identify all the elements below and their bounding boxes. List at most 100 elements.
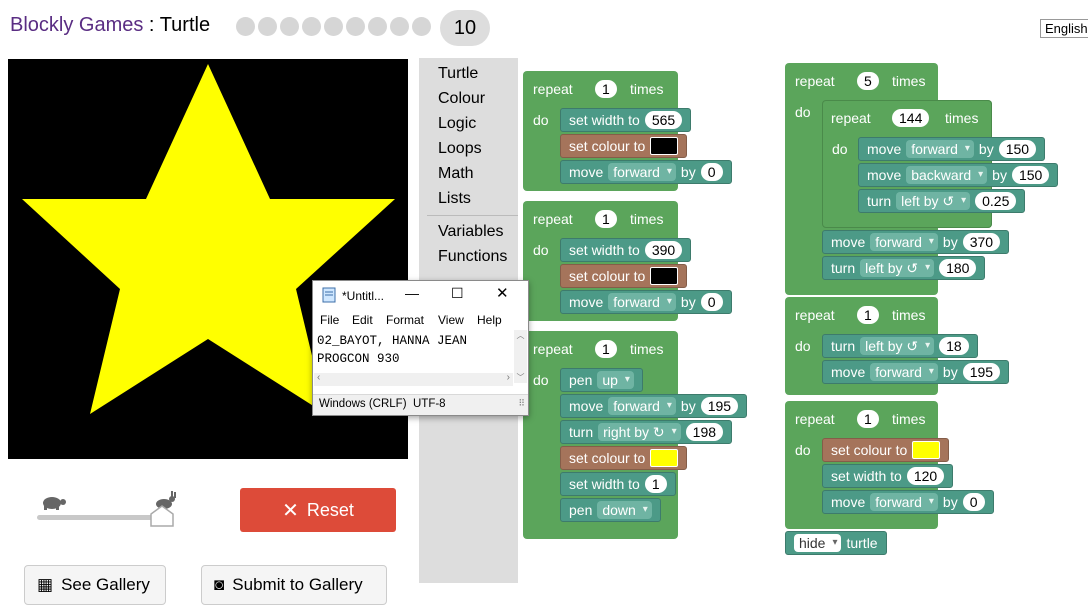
level-dot-7[interactable] — [368, 17, 387, 36]
set-width-block[interactable]: set width to 390 — [560, 238, 692, 262]
turn-dropdown[interactable]: left by ↺ — [896, 192, 971, 210]
move-value[interactable]: 195 — [700, 397, 739, 415]
toolbox-variables[interactable]: Variables — [438, 223, 504, 241]
notepad-text-area[interactable]: 02_BAYOT, HANNA JEAN PROGCON 930 — [317, 332, 467, 368]
move-block[interactable]: moveforwardby195 — [822, 360, 1010, 384]
direction-dropdown[interactable]: forward — [906, 140, 974, 158]
level-dot-2[interactable] — [258, 17, 277, 36]
direction-dropdown[interactable]: forward — [608, 163, 676, 181]
toolbox-functions[interactable]: Functions — [438, 248, 507, 266]
turn-value[interactable]: 18 — [939, 337, 969, 355]
menu-help[interactable]: Help — [477, 313, 502, 327]
direction-dropdown[interactable]: forward — [870, 493, 938, 511]
width-value[interactable]: 390 — [644, 241, 683, 259]
level-dot-1[interactable] — [236, 17, 255, 36]
pen-dropdown[interactable]: down — [597, 501, 652, 519]
minimize-button[interactable]: — — [405, 285, 419, 301]
turn-value[interactable]: 198 — [685, 423, 724, 441]
speed-slider-thumb[interactable] — [150, 505, 174, 532]
app-name-link[interactable]: Blockly Games — [10, 14, 143, 36]
move-block[interactable]: moveforwardby370 — [822, 230, 1010, 254]
level-dot-6[interactable] — [346, 17, 365, 36]
level-dot-8[interactable] — [390, 17, 409, 36]
turn-dropdown[interactable]: left by ↺ — [860, 337, 935, 355]
pen-block[interactable]: pen up — [560, 368, 643, 392]
width-value[interactable]: 120 — [906, 467, 945, 485]
pen-dropdown[interactable]: up — [597, 371, 634, 389]
move-value[interactable]: 150 — [1011, 166, 1050, 184]
move-value[interactable]: 195 — [962, 363, 1001, 381]
set-width-block[interactable]: set width to 1 — [560, 472, 676, 496]
repeat-count[interactable]: 1 — [595, 210, 617, 228]
turn-dropdown[interactable]: left by ↺ — [860, 259, 935, 277]
turn-block[interactable]: turnleft by ↺18 — [822, 334, 978, 358]
turn-block[interactable]: turnleft by ↺0.25 — [858, 189, 1026, 213]
maximize-button[interactable]: ☐ — [451, 285, 464, 302]
move-block[interactable]: moveforwardby150 — [858, 137, 1046, 161]
direction-dropdown[interactable]: forward — [870, 233, 938, 251]
pen-block[interactable]: pen down — [560, 498, 661, 522]
horizontal-scrollbar[interactable]: ‹ › — [314, 372, 513, 386]
direction-dropdown[interactable]: forward — [870, 363, 938, 381]
close-window-button[interactable]: ✕ — [496, 284, 509, 302]
set-colour-block[interactable]: set colour to — [560, 446, 688, 470]
move-value[interactable]: 0 — [700, 293, 723, 311]
direction-dropdown[interactable]: backward — [906, 166, 988, 184]
scroll-up-icon[interactable]: ︿ — [514, 330, 527, 341]
set-colour-block[interactable]: set colour to — [560, 134, 688, 158]
colour-swatch[interactable] — [650, 449, 679, 467]
turn-block[interactable]: turnleft by ↺180 — [822, 256, 986, 280]
move-value[interactable]: 150 — [998, 140, 1037, 158]
scroll-right-icon[interactable]: › — [507, 372, 510, 383]
see-gallery-button[interactable]: ▦ See Gallery — [24, 565, 166, 605]
toolbox-lists[interactable]: Lists — [438, 190, 471, 208]
turn-value[interactable]: 0.25 — [975, 192, 1017, 210]
level-dot-4[interactable] — [302, 17, 321, 36]
notepad-titlebar[interactable]: *Untitl... — ☐ ✕ — [313, 281, 528, 309]
repeat-count[interactable]: 1 — [595, 340, 617, 358]
repeat-count[interactable]: 1 — [857, 410, 879, 428]
level-dot-5[interactable] — [324, 17, 343, 36]
level-indicator[interactable]: 10 — [440, 10, 490, 46]
turn-value[interactable]: 180 — [939, 259, 977, 277]
level-dot-3[interactable] — [280, 17, 299, 36]
vertical-scrollbar[interactable]: ︿ ﹀ — [514, 330, 527, 383]
toolbox-turtle[interactable]: Turtle — [438, 65, 478, 83]
move-value[interactable]: 0 — [700, 163, 723, 181]
language-select[interactable]: English — [1040, 19, 1088, 38]
menu-file[interactable]: File — [320, 313, 339, 327]
menu-edit[interactable]: Edit — [352, 313, 373, 327]
move-value[interactable]: 370 — [962, 233, 1001, 251]
move-block[interactable]: moveforwardby0 — [822, 490, 994, 514]
toolbox-loops[interactable]: Loops — [438, 140, 482, 158]
set-colour-block[interactable]: set colour to — [560, 264, 688, 288]
set-width-block[interactable]: set width to 120 — [822, 464, 954, 488]
repeat-count[interactable]: 1 — [595, 80, 617, 98]
turn-block[interactable]: turnright by ↻198 — [560, 420, 733, 444]
colour-swatch[interactable] — [912, 441, 941, 459]
level-dot-9[interactable] — [412, 17, 431, 36]
move-value[interactable]: 0 — [962, 493, 985, 511]
width-value[interactable]: 565 — [644, 111, 683, 129]
visibility-dropdown[interactable]: hide — [794, 534, 842, 552]
toolbox-colour[interactable]: Colour — [438, 90, 485, 108]
colour-swatch[interactable] — [650, 267, 679, 285]
notepad-window[interactable]: *Untitl... — ☐ ✕ File Edit Format View H… — [312, 280, 529, 416]
toolbox-logic[interactable]: Logic — [438, 115, 476, 133]
set-width-block[interactable]: set width to 565 — [560, 108, 692, 132]
turn-dropdown[interactable]: right by ↻ — [598, 423, 681, 441]
colour-swatch[interactable] — [650, 137, 679, 155]
move-block[interactable]: movebackwardby150 — [858, 163, 1059, 187]
move-block[interactable]: moveforwardby0 — [560, 290, 732, 314]
submit-gallery-button[interactable]: ◙ Submit to Gallery — [201, 565, 387, 605]
hide-turtle-block[interactable]: hideturtle — [785, 531, 887, 555]
reset-button[interactable]: ✕ Reset — [240, 488, 396, 532]
repeat-count[interactable]: 5 — [857, 72, 879, 90]
resize-grip-icon[interactable]: ⠿ — [518, 398, 525, 409]
move-block[interactable]: moveforwardby0 — [560, 160, 732, 184]
direction-dropdown[interactable]: forward — [608, 293, 676, 311]
repeat-count[interactable]: 144 — [892, 109, 930, 127]
set-colour-block[interactable]: set colour to — [822, 438, 950, 462]
menu-format[interactable]: Format — [386, 313, 424, 327]
menu-view[interactable]: View — [438, 313, 464, 327]
